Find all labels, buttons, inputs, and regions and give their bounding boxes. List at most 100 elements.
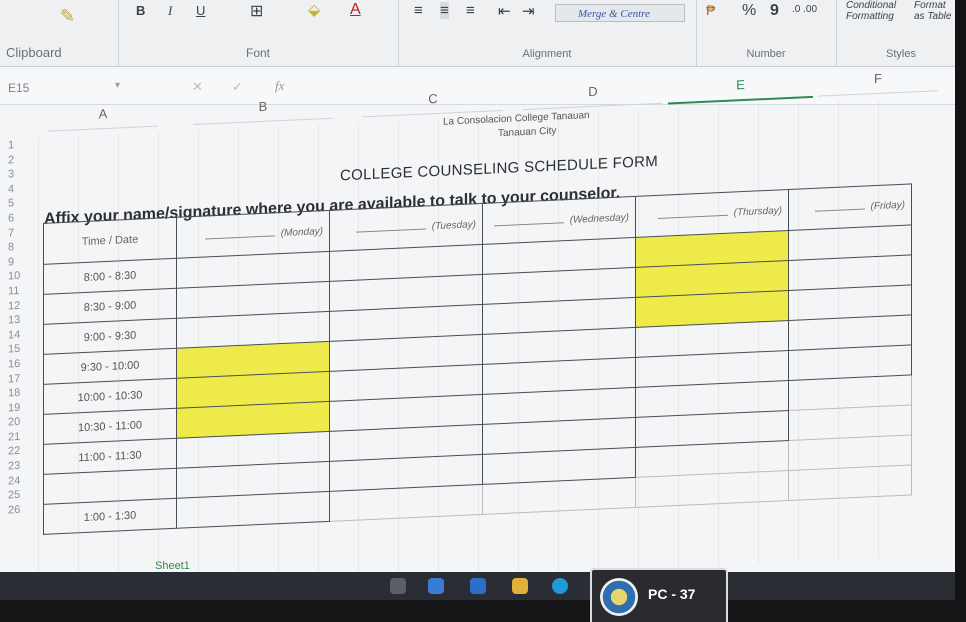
row-number[interactable]: 23: [8, 458, 38, 474]
font-group: B I U ⊞ ⬙ A Font: [118, 0, 399, 66]
underline-button[interactable]: U: [196, 3, 205, 18]
time-date-header[interactable]: Time / Date: [43, 217, 177, 265]
taskbar: [0, 572, 955, 600]
format-as-table-button[interactable]: Format as Table: [914, 0, 954, 22]
name-line: [355, 220, 426, 233]
day-label: (Monday): [280, 226, 323, 240]
monitor-bezel: [955, 0, 966, 622]
row-number[interactable]: 19: [8, 400, 38, 416]
alignment-label: Alignment: [522, 48, 572, 60]
excel-window: ✎ Clipboard B I U ⊞ ⬙ A Font ≡ ≡ ≡ ⇤ ⇥ M…: [0, 0, 955, 600]
name-line: [814, 200, 865, 212]
name-box-dropdown-icon[interactable]: ▾: [115, 80, 120, 91]
ribbon: ✎ Clipboard B I U ⊞ ⬙ A Font ≡ ≡ ≡ ⇤ ⇥ M…: [0, 0, 955, 67]
column-header-e[interactable]: E: [668, 73, 813, 105]
folder-icon[interactable]: [512, 578, 528, 594]
time-slot[interactable]: 1:00 - 1:30: [43, 498, 177, 535]
conditional-formatting-button[interactable]: Conditional Formatting: [846, 0, 906, 22]
font-label: Font: [245, 46, 270, 60]
styles-group: Conditional Formatting Format as Table S…: [836, 0, 955, 66]
row-number[interactable]: 11: [8, 283, 38, 299]
store-icon[interactable]: [470, 578, 486, 594]
photo: ✎ Clipboard B I U ⊞ ⬙ A Font ≡ ≡ ≡ ⇤ ⇥ M…: [0, 0, 966, 622]
schedule-cell[interactable]: [635, 470, 789, 508]
fill-color-icon[interactable]: ⬙: [308, 0, 320, 20]
merge-centre-button[interactable]: Merge & Centre: [555, 4, 685, 22]
row-number[interactable]: 24: [8, 473, 38, 489]
row-number[interactable]: 17: [8, 371, 38, 387]
italic-button[interactable]: I: [168, 3, 172, 19]
alignment-group: ≡ ≡ ≡ ⇤ ⇥ Merge & Centre Alignment: [398, 0, 697, 66]
clipboard-label: Clipboard: [6, 45, 62, 60]
row-number[interactable]: 4: [8, 181, 38, 197]
row-number[interactable]: 12: [8, 298, 38, 314]
clipboard-group: ✎ Clipboard: [0, 0, 119, 66]
decrease-indent-icon[interactable]: ⇤: [498, 2, 511, 20]
pc-number: PC - 37: [648, 586, 696, 602]
row-number[interactable]: 15: [8, 341, 38, 357]
column-header-b[interactable]: B: [193, 95, 333, 126]
row-number[interactable]: 14: [8, 327, 38, 343]
row-number[interactable]: 16: [8, 356, 38, 372]
monitor-sticker: PC - 37: [590, 568, 728, 622]
row-number[interactable]: 6: [8, 210, 38, 226]
schedule-cell[interactable]: [176, 491, 330, 529]
row-number[interactable]: 22: [8, 444, 38, 460]
row-number[interactable]: 26: [8, 502, 38, 518]
cancel-icon[interactable]: ✕: [192, 79, 203, 95]
row-number[interactable]: 5: [8, 195, 38, 211]
enter-icon[interactable]: ✓: [232, 79, 243, 95]
schedule-cell[interactable]: [788, 464, 912, 501]
percent-button[interactable]: %: [742, 2, 756, 20]
row-number[interactable]: 7: [8, 225, 38, 241]
increase-indent-icon[interactable]: ⇥: [522, 2, 535, 20]
column-header-c[interactable]: C: [363, 87, 503, 118]
day-header-monday[interactable]: (Monday): [176, 210, 330, 259]
row-number[interactable]: 13: [8, 312, 38, 328]
worksheet[interactable]: A B C D E F 1 2 3 4 5 6 7 8 9 10 11 12 1…: [8, 59, 955, 600]
name-box[interactable]: E15: [4, 78, 129, 98]
borders-icon[interactable]: ⊞: [250, 1, 263, 21]
day-header-tuesday[interactable]: (Tuesday): [329, 203, 483, 252]
decimal-buttons-icon[interactable]: .0 .00: [792, 4, 817, 15]
day-header-thursday[interactable]: (Thursday): [635, 189, 789, 238]
align-left-icon[interactable]: ≡: [414, 2, 423, 19]
school-seal-icon: [600, 578, 638, 616]
row-numbers: 1 2 3 4 5 6 7 8 9 10 11 12 13 14 15 16 1…: [8, 137, 38, 518]
column-header-d[interactable]: D: [523, 80, 663, 111]
schedule-cell[interactable]: [482, 477, 636, 515]
comma-style-button[interactable]: 9: [770, 2, 779, 20]
row-number[interactable]: 21: [8, 429, 38, 445]
format-painter-icon[interactable]: ✎: [60, 6, 75, 27]
row-number[interactable]: 2: [8, 152, 38, 168]
accounting-format-icon[interactable]: ₱: [706, 2, 715, 18]
name-line: [204, 227, 275, 240]
edge-icon[interactable]: [552, 578, 568, 594]
row-number[interactable]: 18: [8, 385, 38, 401]
day-header-wednesday[interactable]: (Wednesday): [482, 196, 636, 245]
number-label: Number: [746, 48, 786, 60]
row-number[interactable]: 10: [8, 268, 38, 284]
bold-button[interactable]: B: [136, 3, 145, 18]
row-number[interactable]: 1: [8, 137, 38, 153]
row-number[interactable]: 3: [8, 166, 38, 182]
schedule-table: Time / Date (Monday) (Tuesday) (Wednesda…: [43, 183, 912, 535]
row-number[interactable]: 20: [8, 414, 38, 430]
font-color-icon[interactable]: A: [350, 1, 361, 19]
align-right-icon[interactable]: ≡: [466, 2, 475, 19]
row-number[interactable]: 8: [8, 239, 38, 255]
row-number[interactable]: 9: [8, 254, 38, 270]
day-label: (Thursday): [733, 205, 782, 219]
column-header-a[interactable]: A: [48, 103, 158, 132]
number-group: ₱ % 9 .0 .00 Number: [696, 0, 837, 66]
schedule-cell[interactable]: [329, 484, 483, 522]
name-line: [657, 206, 728, 219]
align-center-icon[interactable]: ≡: [440, 2, 449, 19]
column-header-f[interactable]: F: [818, 68, 938, 97]
name-line: [493, 214, 564, 227]
day-label: (Wednesday): [569, 212, 629, 226]
task-view-icon[interactable]: [390, 578, 406, 594]
file-explorer-icon[interactable]: [428, 578, 444, 594]
day-header-friday[interactable]: (Friday): [788, 183, 912, 231]
row-number[interactable]: 25: [8, 487, 38, 503]
